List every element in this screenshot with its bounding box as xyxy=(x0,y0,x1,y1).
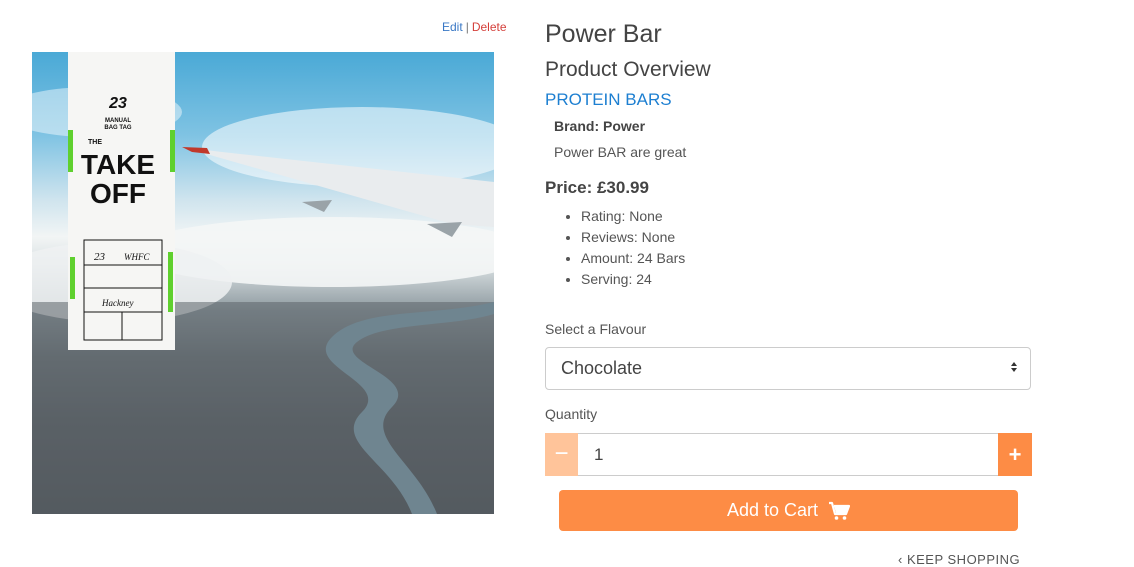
add-to-cart-label: Add to Cart xyxy=(726,500,819,520)
quantity-decrement-button[interactable]: − xyxy=(545,433,578,476)
quantity-increment-button[interactable]: + xyxy=(998,433,1032,476)
spec-reviews: Reviews: None xyxy=(581,227,685,248)
spec-serving: Serving: 24 xyxy=(581,269,685,290)
svg-text:Hackney: Hackney xyxy=(101,298,133,308)
svg-text:WHFC: WHFC xyxy=(124,252,150,262)
flavour-select[interactable]: Chocolate xyxy=(545,347,1031,390)
edit-link[interactable]: Edit xyxy=(442,20,463,34)
delete-link[interactable]: Delete xyxy=(472,20,507,34)
product-image: 23 MANUAL BAG TAG THE TAKE OFF 23 WHFC H… xyxy=(32,52,494,514)
shopping-cart-icon xyxy=(828,501,851,521)
svg-text:OFF: OFF xyxy=(90,178,146,209)
spec-amount: Amount: 24 Bars xyxy=(581,248,685,269)
svg-text:MANUAL: MANUAL xyxy=(105,118,131,124)
product-image-art: 23 MANUAL BAG TAG THE TAKE OFF 23 WHFC H… xyxy=(32,52,494,514)
select-arrows-icon xyxy=(1011,362,1019,372)
product-brand: Brand: Power xyxy=(554,118,646,134)
add-to-cart-button[interactable]: Add to Cart xyxy=(559,490,1018,531)
keep-shopping-link[interactable]: ‹ KEEP SHOPPING xyxy=(898,552,1020,567)
svg-text:23: 23 xyxy=(108,95,127,112)
admin-links: Edit | Delete xyxy=(442,20,507,34)
svg-text:BAG TAG: BAG TAG xyxy=(104,125,132,131)
category-link[interactable]: PROTEIN BARS xyxy=(545,90,672,110)
keep-shopping-label: KEEP SHOPPING xyxy=(906,552,1021,567)
product-title: Power Bar xyxy=(545,20,662,48)
spec-rating: Rating: None xyxy=(581,206,685,227)
quantity-input[interactable]: 1 xyxy=(578,433,998,476)
product-description: Power BAR are great xyxy=(554,144,687,160)
quantity-value: 1 xyxy=(594,445,604,464)
product-overview-heading: Product Overview xyxy=(545,58,711,81)
product-price: Price: £30.99 xyxy=(545,178,649,197)
chevron-left-icon: ‹ xyxy=(898,552,907,567)
svg-text:23: 23 xyxy=(94,251,106,263)
quantity-label: Quantity xyxy=(545,406,598,422)
flavour-selected-value: Chocolate xyxy=(561,358,643,378)
flavour-label: Select a Flavour xyxy=(545,321,647,337)
svg-text:THE: THE xyxy=(88,139,102,146)
svg-text:TAKE: TAKE xyxy=(81,149,155,180)
product-specs: Rating: None Reviews: None Amount: 24 Ba… xyxy=(563,206,685,290)
admin-separator: | xyxy=(465,20,469,34)
